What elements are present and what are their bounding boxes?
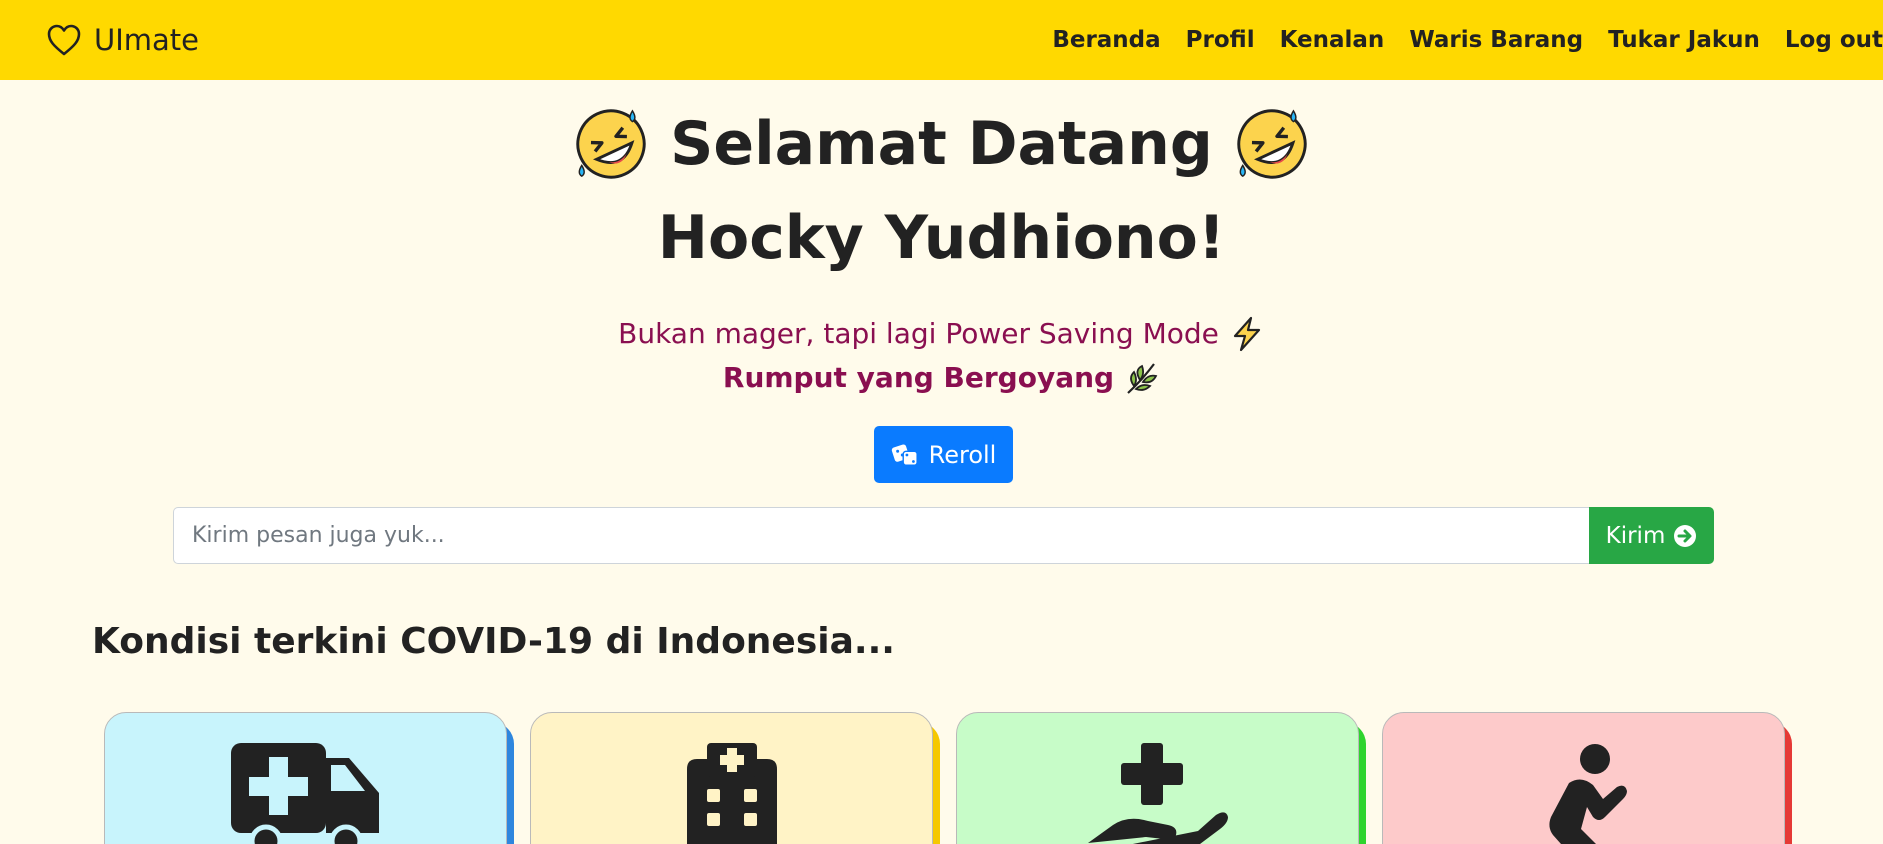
covid-card-ambulance <box>104 712 507 844</box>
nav-link-waris-barang[interactable]: Waris Barang <box>1409 27 1583 53</box>
nav-link-kenalan[interactable]: Kenalan <box>1280 27 1385 53</box>
heart-icon <box>47 24 81 56</box>
send-button[interactable]: Kirim <box>1589 507 1714 564</box>
nav-link-profil[interactable]: Profil <box>1186 27 1255 53</box>
user-name-heading: Hocky Yudhiono! <box>657 203 1226 273</box>
brand-name: UImate <box>94 23 200 57</box>
rofl-emoji-icon <box>576 109 646 179</box>
covid-card-praying <box>1382 712 1785 844</box>
nav-link-tukar-jakun[interactable]: Tukar Jakun <box>1608 27 1760 53</box>
navbar: UImate Beranda Profil Kenalan Waris Bara… <box>0 0 1883 80</box>
arrow-circle-right-icon <box>1674 524 1697 547</box>
nav-link-beranda[interactable]: Beranda <box>1052 27 1160 53</box>
send-label: Kirim <box>1605 522 1666 549</box>
reroll-button[interactable]: Reroll <box>874 426 1013 483</box>
welcome-text: Selamat Datang <box>670 109 1213 179</box>
covid-section-title: Kondisi terkini COVID-19 di Indonesia... <box>92 621 895 662</box>
reroll-label: Reroll <box>928 440 997 469</box>
dice-icon <box>891 444 918 466</box>
ambulance-icon <box>230 743 379 844</box>
hand-medical-icon <box>1087 743 1228 844</box>
lightning-icon <box>1233 316 1260 352</box>
quote-text-row: Bukan mager, tapi lagi Power Saving Mode <box>0 312 1883 356</box>
rofl-emoji-icon <box>1237 109 1307 179</box>
nav-link-log-out[interactable]: Log out <box>1785 27 1883 53</box>
herb-icon <box>1127 363 1158 394</box>
covid-card-hospital <box>530 712 933 844</box>
quote-text: Bukan mager, tapi lagi Power Saving Mode <box>618 317 1219 350</box>
hospital-icon <box>686 743 777 844</box>
message-input[interactable] <box>173 507 1590 564</box>
praying-icon <box>1548 744 1627 844</box>
quote-author: Rumput yang Bergoyang <box>722 361 1115 394</box>
nav-links: Beranda Profil Kenalan Waris Barang Tuka… <box>1052 0 1883 80</box>
quote-author-row: Rumput yang Bergoyang <box>0 356 1883 400</box>
covid-card-hand-medical <box>956 712 1359 844</box>
brand-link[interactable]: UImate <box>46 0 199 80</box>
welcome-heading: Selamat Datang <box>0 102 1883 186</box>
